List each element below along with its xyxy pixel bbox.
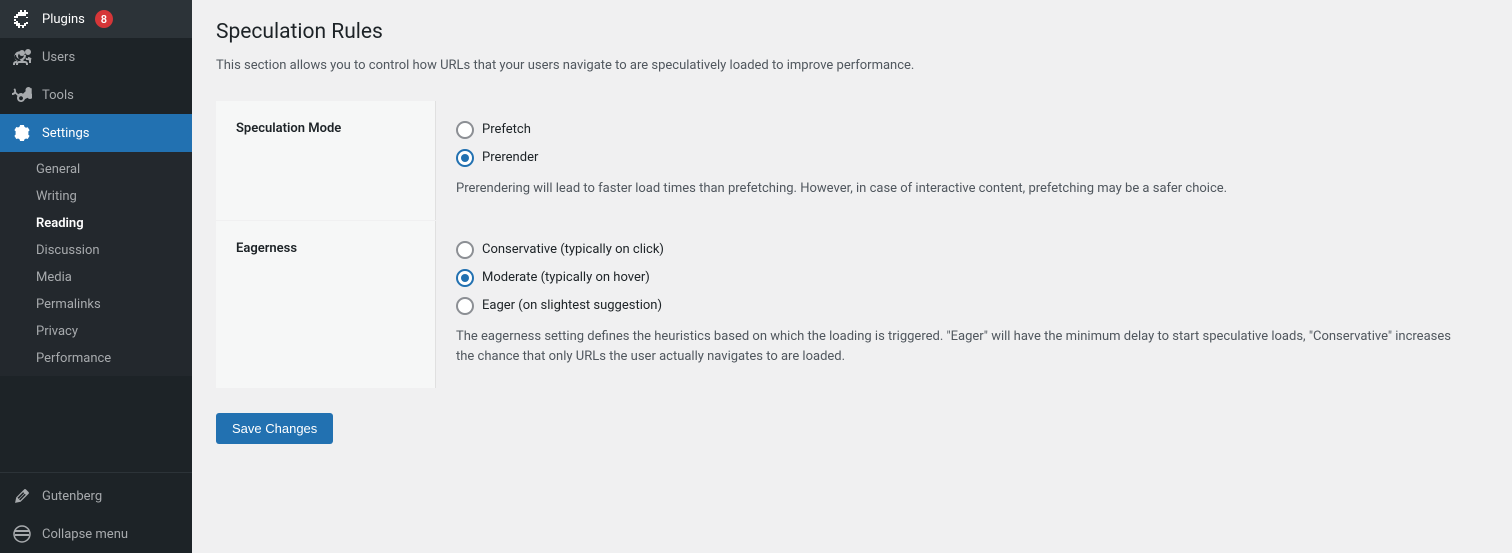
eagerness-help: The eagerness setting defines the heuris…: [456, 327, 1468, 369]
sidebar: Plugins 8 Users Tools Settings General W…: [0, 0, 192, 553]
sidebar-sub-general[interactable]: General: [0, 156, 192, 183]
sidebar-sub-writing[interactable]: Writing: [0, 183, 192, 210]
prefetch-label: Prefetch: [482, 122, 531, 137]
conservative-label: Conservative (typically on click): [482, 242, 664, 257]
speculation-mode-row: Speculation Mode Prefetch Prerender Prer…: [216, 101, 1488, 221]
speculation-mode-label: Speculation Mode: [216, 101, 436, 220]
save-button[interactable]: Save Changes: [216, 413, 333, 444]
moderate-radio[interactable]: [456, 269, 474, 287]
plugins-badge: 8: [95, 10, 113, 28]
sidebar-sub-reading[interactable]: Reading: [0, 210, 192, 237]
eagerness-row: Eagerness Conservative (typically on cli…: [216, 221, 1488, 390]
eager-radio[interactable]: [456, 297, 474, 315]
form-actions: Save Changes: [216, 409, 1488, 444]
eager-label: Eager (on slightest suggestion): [482, 298, 662, 313]
settings-form: Speculation Mode Prefetch Prerender Prer…: [216, 101, 1488, 444]
collapse-icon: [12, 524, 32, 544]
speculation-mode-controls: Prefetch Prerender Prerendering will lea…: [436, 101, 1488, 220]
sidebar-sub-media[interactable]: Media: [0, 264, 192, 291]
prerender-radio[interactable]: [456, 149, 474, 167]
sidebar-bottom: Gutenberg Collapse menu: [0, 472, 192, 553]
sidebar-item-users[interactable]: Users: [0, 38, 192, 76]
prefetch-option[interactable]: Prefetch: [456, 121, 1468, 139]
eagerness-controls: Conservative (typically on click) Modera…: [436, 221, 1488, 389]
prefetch-radio[interactable]: [456, 121, 474, 139]
settings-icon: [12, 123, 32, 143]
prerender-option[interactable]: Prerender: [456, 149, 1468, 167]
conservative-radio[interactable]: [456, 241, 474, 259]
speculation-mode-help: Prerendering will lead to faster load ti…: [456, 179, 1468, 200]
page-title: Speculation Rules: [216, 20, 1488, 44]
eager-option[interactable]: Eager (on slightest suggestion): [456, 297, 1468, 315]
sidebar-item-gutenberg[interactable]: Gutenberg: [0, 477, 192, 515]
moderate-option[interactable]: Moderate (typically on hover): [456, 269, 1468, 287]
sidebar-sub-discussion[interactable]: Discussion: [0, 237, 192, 264]
moderate-label: Moderate (typically on hover): [482, 270, 650, 285]
sidebar-item-plugins[interactable]: Plugins 8: [0, 0, 192, 38]
sidebar-item-collapse[interactable]: Collapse menu: [0, 515, 192, 553]
active-arrow: [187, 127, 192, 139]
conservative-option[interactable]: Conservative (typically on click): [456, 241, 1468, 259]
plugin-icon: [12, 9, 32, 29]
sidebar-sub-permalinks[interactable]: Permalinks: [0, 291, 192, 318]
sidebar-item-tools[interactable]: Tools: [0, 76, 192, 114]
prerender-label: Prerender: [482, 150, 538, 165]
eagerness-label: Eagerness: [216, 221, 436, 389]
page-description: This section allows you to control how U…: [216, 56, 1488, 77]
sidebar-sub-privacy[interactable]: Privacy: [0, 318, 192, 345]
settings-submenu: General Writing Reading Discussion Media…: [0, 152, 192, 376]
sidebar-sub-performance[interactable]: Performance: [0, 345, 192, 372]
main-content: Speculation Rules This section allows yo…: [192, 0, 1512, 553]
edit-icon: [12, 486, 32, 506]
users-icon: [12, 47, 32, 67]
tools-icon: [12, 85, 32, 105]
sidebar-item-settings[interactable]: Settings: [0, 114, 192, 152]
